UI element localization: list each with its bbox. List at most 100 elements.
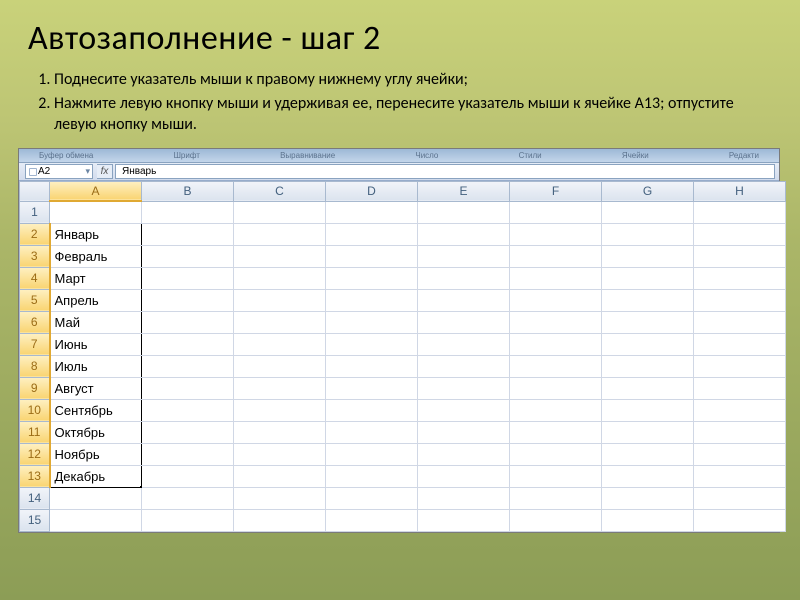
cell[interactable] <box>694 289 786 311</box>
cell[interactable] <box>142 311 234 333</box>
cell[interactable] <box>602 509 694 531</box>
column-header[interactable]: D <box>326 181 418 201</box>
cell[interactable] <box>510 421 602 443</box>
cell[interactable] <box>510 399 602 421</box>
cell[interactable] <box>510 509 602 531</box>
column-header[interactable]: B <box>142 181 234 201</box>
column-header[interactable]: E <box>418 181 510 201</box>
cell[interactable] <box>234 465 326 487</box>
cell[interactable] <box>234 399 326 421</box>
cell[interactable] <box>694 355 786 377</box>
column-header[interactable]: A <box>50 181 142 201</box>
cell[interactable] <box>418 509 510 531</box>
cell[interactable] <box>234 245 326 267</box>
cell[interactable] <box>50 487 142 509</box>
cell[interactable] <box>326 311 418 333</box>
cell[interactable] <box>418 355 510 377</box>
cell[interactable] <box>418 223 510 245</box>
cell[interactable]: Декабрь⬚ <box>50 465 142 487</box>
row-header[interactable]: 2 <box>20 223 50 245</box>
cell[interactable] <box>510 333 602 355</box>
cell[interactable] <box>694 223 786 245</box>
row-header[interactable]: 11 <box>20 421 50 443</box>
row-header[interactable]: 5 <box>20 289 50 311</box>
cell[interactable] <box>418 421 510 443</box>
cell[interactable] <box>694 377 786 399</box>
cell[interactable] <box>50 509 142 531</box>
cell[interactable] <box>326 245 418 267</box>
cell[interactable] <box>326 509 418 531</box>
cell[interactable] <box>142 465 234 487</box>
cell[interactable] <box>234 421 326 443</box>
cell[interactable] <box>418 465 510 487</box>
row-header[interactable]: 1 <box>20 201 50 223</box>
cell[interactable] <box>694 201 786 223</box>
cell[interactable] <box>326 465 418 487</box>
cell[interactable] <box>510 201 602 223</box>
cell[interactable]: Март <box>50 267 142 289</box>
cell[interactable] <box>602 399 694 421</box>
row-header[interactable]: 7 <box>20 333 50 355</box>
cell[interactable] <box>418 443 510 465</box>
cell[interactable] <box>602 465 694 487</box>
cell[interactable] <box>234 267 326 289</box>
cell[interactable] <box>510 443 602 465</box>
row-header[interactable]: 12 <box>20 443 50 465</box>
cell[interactable] <box>142 443 234 465</box>
cell[interactable] <box>418 267 510 289</box>
cell[interactable]: Июль <box>50 355 142 377</box>
cell[interactable] <box>602 311 694 333</box>
cell[interactable] <box>602 289 694 311</box>
cell[interactable] <box>418 333 510 355</box>
cell[interactable] <box>418 201 510 223</box>
cell[interactable]: Июнь <box>50 333 142 355</box>
cell[interactable] <box>602 223 694 245</box>
cell[interactable]: Октябрь <box>50 421 142 443</box>
cell[interactable] <box>694 399 786 421</box>
cell[interactable] <box>602 355 694 377</box>
column-header[interactable]: G <box>602 181 694 201</box>
cell[interactable] <box>142 289 234 311</box>
cell[interactable] <box>142 267 234 289</box>
cell[interactable] <box>694 487 786 509</box>
cell[interactable] <box>694 509 786 531</box>
cell[interactable] <box>326 487 418 509</box>
cell[interactable] <box>234 509 326 531</box>
cell[interactable] <box>602 267 694 289</box>
cell[interactable] <box>602 487 694 509</box>
cell[interactable] <box>694 465 786 487</box>
cell[interactable]: Январь <box>50 223 142 245</box>
cell[interactable] <box>510 245 602 267</box>
select-all-corner[interactable] <box>20 181 50 201</box>
cell[interactable]: Май <box>50 311 142 333</box>
cell[interactable] <box>510 223 602 245</box>
spreadsheet-grid[interactable]: ABCDEFGH 12Январь3Февраль4Март5Апрель6Ма… <box>19 181 786 532</box>
cell[interactable] <box>326 443 418 465</box>
name-box[interactable]: A2 <box>25 164 93 179</box>
cell[interactable] <box>418 487 510 509</box>
cell[interactable] <box>50 201 142 223</box>
cell[interactable] <box>234 377 326 399</box>
cell[interactable] <box>694 311 786 333</box>
cell[interactable] <box>326 399 418 421</box>
cell[interactable]: Ноябрь <box>50 443 142 465</box>
cell[interactable] <box>326 355 418 377</box>
row-header[interactable]: 4 <box>20 267 50 289</box>
row-header[interactable]: 15 <box>20 509 50 531</box>
cell[interactable] <box>326 201 418 223</box>
cell[interactable] <box>694 245 786 267</box>
cell[interactable] <box>142 245 234 267</box>
cell[interactable] <box>602 333 694 355</box>
cell[interactable] <box>234 223 326 245</box>
column-header[interactable]: C <box>234 181 326 201</box>
cell[interactable] <box>234 355 326 377</box>
cell[interactable] <box>326 289 418 311</box>
row-header[interactable]: 9 <box>20 377 50 399</box>
column-header[interactable]: H <box>694 181 786 201</box>
cell[interactable] <box>694 443 786 465</box>
cell[interactable] <box>142 355 234 377</box>
fx-button[interactable]: fx <box>97 164 113 179</box>
cell[interactable] <box>694 267 786 289</box>
cell[interactable] <box>326 377 418 399</box>
cell[interactable] <box>234 201 326 223</box>
